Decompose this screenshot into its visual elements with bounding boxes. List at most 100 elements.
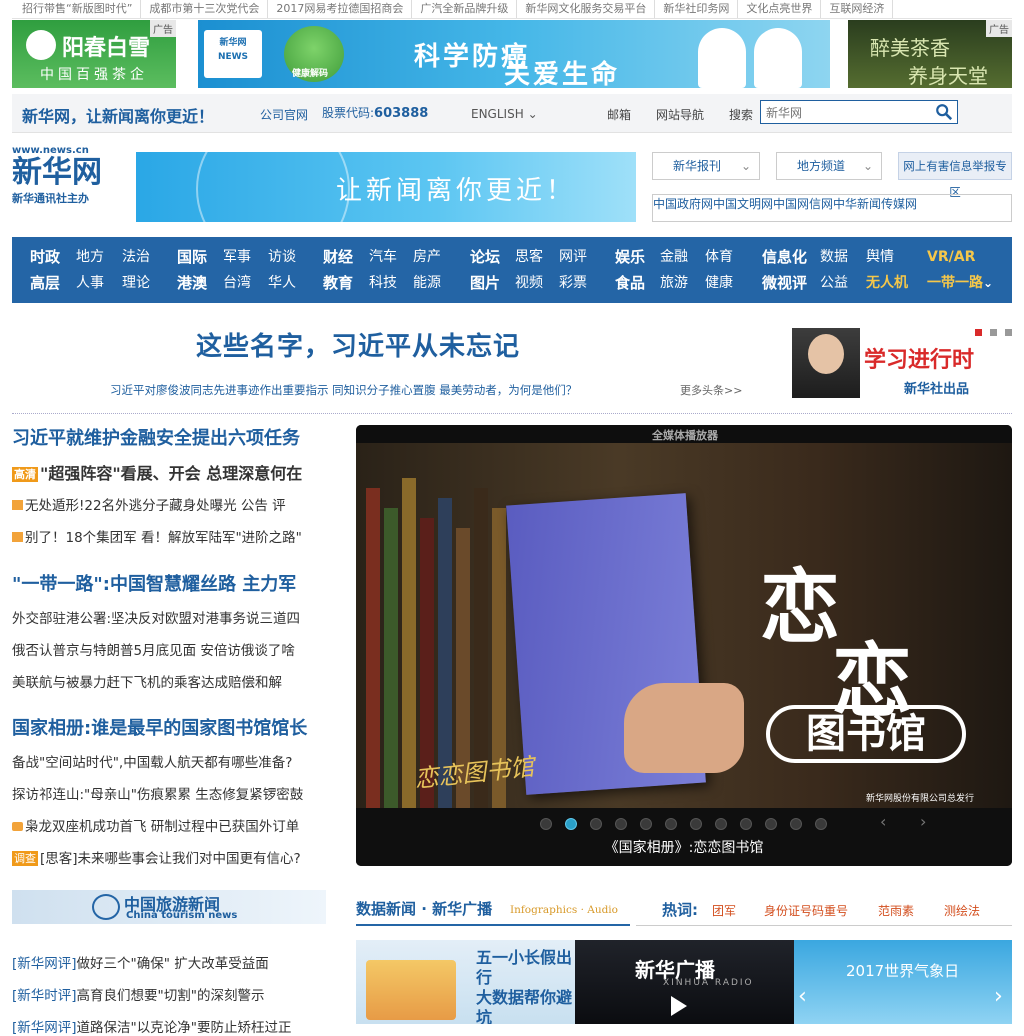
news-item[interactable]: 别了！18个集团军 看！解放军陆军"进阶之路" <box>12 526 302 546</box>
top-link[interactable]: 互联网经济 <box>821 0 894 18</box>
news-headline[interactable]: 习近平就维护金融安全提出六项任务 <box>12 424 300 450</box>
top-link[interactable]: 广汽全新品牌升级 <box>412 0 518 18</box>
news-headline[interactable]: 国家相册:谁是最早的国家图书馆馆长 <box>12 714 307 740</box>
player-dot[interactable] <box>665 818 677 830</box>
report-harmful-info-link[interactable]: 网上有害信息举报专区 <box>898 152 1012 199</box>
partner-site-link[interactable]: 中国网信网 <box>773 195 833 221</box>
nav-item[interactable]: 人事 <box>76 276 104 290</box>
player-dot[interactable] <box>740 818 752 830</box>
site-logo[interactable]: www.news.cn 新华网 新华通讯社主办 <box>12 145 122 225</box>
nav-item-vr[interactable]: VR/AR <box>927 250 975 264</box>
nav-item[interactable]: 华人 <box>268 276 296 290</box>
news-item[interactable]: 俄否认普京与特朗普5月底见面 安倍访俄谈了啥 <box>12 639 295 659</box>
nav-item[interactable]: 访谈 <box>268 250 296 264</box>
hot-word[interactable]: 范雨素 <box>878 902 914 919</box>
partner-site-link[interactable]: 中华新闻传媒网 <box>833 195 917 221</box>
player-dot[interactable] <box>590 818 602 830</box>
hot-word[interactable]: 身份证号码重号 <box>764 902 848 919</box>
nav-item[interactable]: 食品 <box>615 276 645 291</box>
slogan-banner[interactable]: 让新闻离你更近！ <box>136 152 636 222</box>
more-headlines-link[interactable]: 更多头条>> <box>680 382 742 398</box>
ad-yangchun-baixue[interactable]: 阳春白雪 中国百强茶企 广告 <box>12 20 176 88</box>
commentary-item[interactable]: [新华网评]道路保洁"以克论净"要防止矫枉过正 <box>12 1016 291 1036</box>
nav-item[interactable]: 法治 <box>122 250 150 264</box>
site-nav-link[interactable]: 网站导航 <box>656 106 704 123</box>
nav-item[interactable]: 娱乐 <box>615 250 645 265</box>
nav-item[interactable]: 图片 <box>470 276 500 291</box>
search-input[interactable] <box>761 101 928 125</box>
commentary-item[interactable]: [新华网评]做好三个"确保" 扩大改革受益面 <box>12 952 269 972</box>
nav-item[interactable]: 健康 <box>705 276 733 290</box>
nav-item[interactable]: 数据 <box>820 250 848 264</box>
nav-item[interactable]: 信息化 <box>762 250 807 265</box>
news-item[interactable]: 美联航与被暴力赶下飞机的乘客达成赔偿和解 <box>12 671 282 691</box>
player-dot[interactable] <box>615 818 627 830</box>
thumb-holiday-travel[interactable]: 五一小长假出行 大数据帮你避坑 <box>356 940 575 1024</box>
nav-item[interactable]: 能源 <box>413 276 441 290</box>
news-headline[interactable]: 高清 "超强阵容"看展、开会 总理深意何在 <box>12 460 302 484</box>
official-site-link[interactable]: 公司官网 <box>260 106 308 123</box>
carousel-dot[interactable] <box>975 329 982 336</box>
top-link[interactable]: 招行带售“新版图时代” <box>12 0 142 18</box>
player-screen[interactable]: 恋 恋 图书馆 恋恋图书馆 新华网股份有限公司总发行 <box>356 443 1012 808</box>
data-news-title[interactable]: 数据新闻 · 新华广播 <box>356 898 492 919</box>
next-arrow-icon[interactable]: › <box>920 812 926 831</box>
player-dot[interactable] <box>540 818 552 830</box>
nav-item[interactable]: 国际 <box>177 250 207 265</box>
nav-item[interactable]: 论坛 <box>470 250 500 265</box>
news-item[interactable]: 探访祁连山:"母亲山"伤痕累累 生态修复紧锣密鼓 <box>12 783 303 803</box>
nav-item[interactable]: 彩票 <box>559 276 587 290</box>
nav-item[interactable]: 理论 <box>122 276 150 290</box>
news-item[interactable]: 外交部驻港公署:坚决反对欧盟对港事务说三道四 <box>12 607 300 627</box>
nav-item[interactable]: 公益 <box>820 276 848 290</box>
newspapers-dropdown[interactable]: 新华报刊 ⌄ <box>652 152 760 180</box>
nav-item[interactable]: 军事 <box>223 250 251 264</box>
nav-item[interactable]: 金融 <box>660 250 688 264</box>
carousel-dot[interactable] <box>1005 329 1012 336</box>
nav-item[interactable]: 网评 <box>559 250 587 264</box>
mailbox-link[interactable]: 邮箱 <box>607 106 631 123</box>
nav-item[interactable]: 视频 <box>515 276 543 290</box>
top-link[interactable]: 2017网易考拉德国招商会 <box>268 0 413 18</box>
nav-item[interactable]: 科技 <box>369 276 397 290</box>
headline-title[interactable]: 这些名字，习近平从未忘记 <box>196 326 520 363</box>
news-item[interactable]: 无处遁形!22名外逃分子藏身处曝光 公告 评 <box>12 494 286 514</box>
ad-cancer-prevention[interactable]: 新华网 NEWS 健康解码 科学防癌 关爱生命 <box>198 20 830 88</box>
player-dot[interactable] <box>640 818 652 830</box>
top-link[interactable]: 新华网文化服务交易平台 <box>517 0 656 18</box>
player-dot[interactable] <box>790 818 802 830</box>
local-channel-dropdown[interactable]: 地方频道 ⌄ <box>776 152 882 180</box>
player-dot[interactable] <box>690 818 702 830</box>
nav-item[interactable]: 思客 <box>515 250 543 264</box>
search-icon[interactable] <box>935 103 953 121</box>
nav-item[interactable]: 教育 <box>323 276 353 291</box>
top-link[interactable]: 成都市第十三次党代会 <box>141 0 269 18</box>
prev-arrow-icon[interactable]: ‹ <box>798 984 807 1009</box>
player-dot[interactable] <box>765 818 777 830</box>
top-link[interactable]: 新华社印务网 <box>655 0 739 18</box>
thumb-xinhua-radio[interactable]: 新华广播 XINHUA RADIO <box>575 940 794 1024</box>
next-arrow-icon[interactable]: › <box>994 984 1003 1009</box>
nav-item[interactable]: 无人机 <box>866 276 908 290</box>
partner-site-link[interactable]: 中国文明网 <box>713 195 773 221</box>
player-dot[interactable] <box>815 818 827 830</box>
nav-item[interactable]: 财经 <box>323 250 353 265</box>
hot-word[interactable]: 团军 <box>712 902 736 919</box>
nav-item[interactable]: 旅游 <box>660 276 688 290</box>
nav-item-belt-road[interactable]: 一带一路⌄ <box>927 276 993 290</box>
nav-item[interactable]: 高层 <box>30 276 60 291</box>
nav-item[interactable]: 房产 <box>413 250 441 264</box>
nav-item[interactable]: 台湾 <box>223 276 251 290</box>
commentary-item[interactable]: [新华时评]高育良们想要"切割"的深刻警示 <box>12 984 264 1004</box>
nav-item[interactable]: 地方 <box>76 250 104 264</box>
carousel-dot[interactable] <box>990 329 997 336</box>
nav-item[interactable]: 港澳 <box>177 276 207 291</box>
player-dot[interactable] <box>715 818 727 830</box>
player-caption[interactable]: 《国家相册》:恋恋图书馆 <box>356 837 1012 857</box>
language-switch[interactable]: ENGLISH ⌄ <box>471 107 538 121</box>
news-item[interactable]: 调查 [思客]未来哪些事会让我们对中国更有信心? <box>12 847 301 867</box>
nav-item[interactable]: 体育 <box>705 250 733 264</box>
news-item[interactable]: 枭龙双座机成功首飞 研制过程中已获国外订单 <box>12 815 299 835</box>
nav-item[interactable]: 汽车 <box>369 250 397 264</box>
player-dot[interactable] <box>565 818 577 830</box>
